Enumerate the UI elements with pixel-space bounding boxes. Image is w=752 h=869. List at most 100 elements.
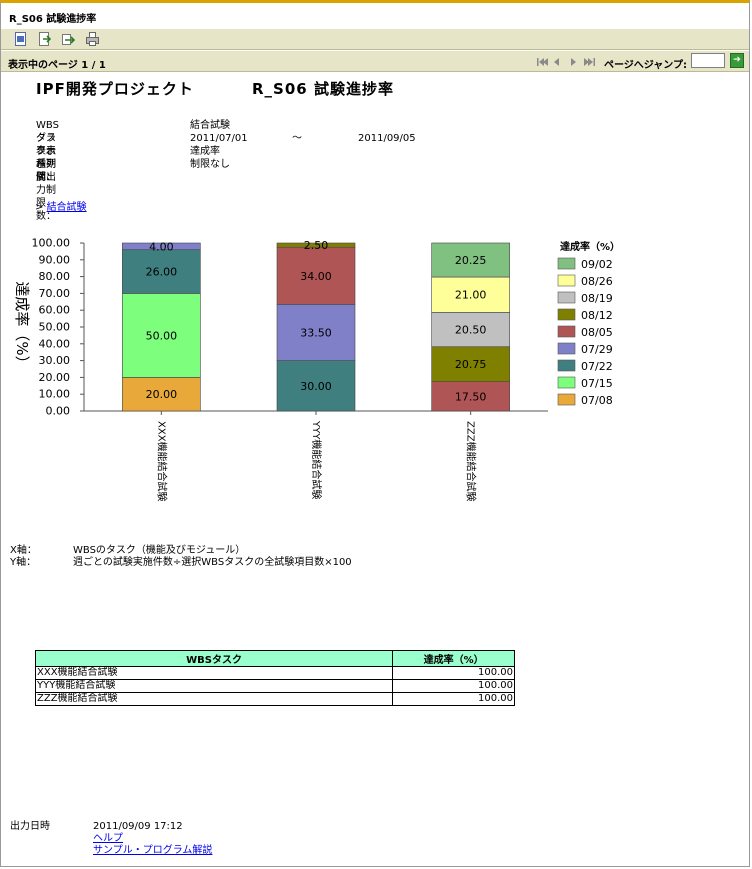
legend-label: 07/22	[581, 360, 613, 373]
breadcrumb-prefix: >	[35, 202, 47, 213]
table-row: ZZZ機能結合試験 100.00	[34, 692, 515, 706]
table-cell: XXX機能結合試験	[34, 666, 394, 680]
param-value: 結合試験	[190, 120, 230, 131]
legend-swatch	[557, 308, 576, 321]
print-icon[interactable]	[86, 32, 99, 46]
y-tick-label: 0.00	[46, 405, 71, 418]
page-jump-input[interactable]	[691, 53, 725, 68]
prev-page-icon[interactable]	[554, 58, 559, 66]
param-key: 系列値出力制限数：	[36, 159, 56, 222]
next-page-icon[interactable]	[571, 58, 576, 66]
data-label: 20.00	[146, 388, 178, 401]
y-axis-label: 達成率（%）	[13, 281, 31, 370]
legend-swatch	[557, 359, 576, 372]
data-label: 20.50	[455, 324, 487, 337]
export-pdf-icon[interactable]	[14, 32, 27, 46]
page-nav-controls	[537, 58, 595, 66]
jump-label: ページへジャンプ:	[604, 60, 687, 71]
y-tick-label: 70.00	[39, 287, 71, 300]
table-row: YYY機能結合試験 100.00	[34, 679, 515, 693]
x-tick-label: ZZZ機能結合試験	[465, 421, 478, 502]
data-label: 2.50	[304, 239, 329, 252]
breadcrumb-link[interactable]: 結合試験	[47, 202, 87, 213]
help-link[interactable]: ヘルプ	[93, 833, 123, 845]
y-tick-label: 90.00	[39, 253, 71, 266]
table-cell: YYY機能結合試験	[34, 679, 394, 693]
axis-desc-key: Y軸：	[10, 557, 37, 568]
axis-desc-row: Y軸： 週ごとの試験実施件数÷選択WBSタスクの全試験項目数×100	[10, 557, 352, 569]
results-table: WBSタスク 達成率（%） XXX機能結合試験 100.00 YYY機能結合試験…	[34, 650, 515, 706]
x-tick-label: YYY機能結合試験	[310, 420, 323, 499]
data-label: 17.50	[455, 390, 487, 403]
legend-swatch	[557, 342, 576, 355]
y-tick-label: 40.00	[39, 337, 71, 350]
param-value: 制限なし	[190, 159, 230, 170]
legend-swatch	[557, 325, 576, 338]
breadcrumb: > 結合試験	[35, 198, 87, 213]
legend-title: 達成率（%）	[560, 240, 620, 253]
y-tick-label: 100.00	[32, 237, 71, 250]
legend-label: 07/08	[581, 394, 613, 407]
table-cell: 100.00	[392, 666, 515, 680]
sample-link[interactable]: サンプル・プログラム解説	[93, 845, 212, 857]
export-arrow-icon[interactable]	[62, 32, 75, 46]
legend-label: 08/12	[581, 309, 613, 322]
y-tick-label: 10.00	[39, 388, 71, 401]
table-cell: 100.00	[392, 679, 515, 693]
last-page-icon[interactable]	[584, 58, 595, 66]
page-indicator: 表示中のページ 1 / 1	[8, 60, 106, 71]
axis-desc-key: X軸：	[10, 545, 37, 556]
footer-row: サンプル・プログラム解説	[10, 845, 212, 857]
legend-label: 08/26	[581, 275, 613, 288]
table-cell: 100.00	[392, 692, 515, 706]
output-datetime: 2011/09/09 17:12	[93, 821, 183, 832]
footer: 出力日時 2011/09/09 17:12 ヘルプ サンプル・プログラム解説	[10, 821, 212, 857]
legend-swatch	[557, 393, 576, 406]
data-label: 34.00	[300, 270, 332, 283]
axis-desc-row: X軸： WBSのタスク（機能及びモジュール）	[10, 545, 245, 557]
param-value: 2011/07/01	[190, 133, 248, 144]
table-cell: ZZZ機能結合試験	[34, 692, 394, 706]
table-header-row: WBSタスク 達成率（%）	[34, 650, 515, 667]
legend-swatch	[557, 274, 576, 287]
footer-row: ヘルプ	[10, 833, 123, 845]
page-navbar: 表示中のページ 1 / 1 ページへジャンプ: ➔	[1, 51, 749, 72]
first-page-icon[interactable]	[537, 58, 548, 66]
legend-label: 08/05	[581, 326, 613, 339]
column-header: 達成率（%）	[392, 650, 515, 667]
data-label: 21.00	[455, 289, 487, 302]
param-value-end: 2011/09/05	[358, 133, 416, 144]
go-button[interactable]: ➔	[730, 53, 744, 68]
axis-desc-value: WBSのタスク（機能及びモジュール）	[73, 545, 246, 556]
x-tick-label: XXX機能結合試験	[155, 421, 168, 502]
data-label: 26.00	[146, 266, 178, 279]
y-tick-label: 80.00	[39, 270, 71, 283]
y-tick-label: 20.00	[39, 371, 71, 384]
table-row: XXX機能結合試験 100.00	[34, 666, 515, 680]
param-tilde: ～	[292, 133, 302, 144]
go-arrow-icon: ➔	[733, 55, 741, 65]
report-title: R_S06 試験進捗率	[252, 80, 394, 98]
y-tick-label: 50.00	[39, 321, 71, 334]
data-label: 4.00	[149, 240, 174, 253]
y-tick-label: 60.00	[39, 304, 71, 317]
data-label: 33.50	[300, 326, 332, 339]
column-header: WBSタスク	[34, 650, 394, 667]
axis-description: X軸： WBSのタスク（機能及びモジュール） Y軸： 週ごとの試験実施件数÷選択WB…	[10, 545, 352, 569]
project-title: IPF開発プロジェクト	[36, 80, 194, 98]
axis-desc-value: 週ごとの試験実施件数÷選択WBSタスクの全試験項目数×100	[73, 557, 352, 568]
data-label: 20.75	[455, 358, 487, 371]
window-title: R_S06 試験進捗率	[1, 3, 749, 29]
footer-row: 出力日時 2011/09/09 17:12	[10, 821, 183, 833]
data-label: 30.00	[300, 380, 332, 393]
export-file-icon[interactable]	[38, 32, 51, 46]
legend-label: 07/15	[581, 377, 613, 390]
legend-label: 09/02	[581, 258, 613, 271]
legend-swatch	[557, 291, 576, 304]
legend-label: 07/29	[581, 343, 613, 356]
toolbar	[1, 29, 749, 50]
data-label: 50.00	[146, 329, 178, 342]
legend-label: 08/19	[581, 292, 613, 305]
progress-chart: 0.00 10.00 20.00 30.00 40.00 50.00 60.00 70.00 8…	[13, 237, 620, 502]
legend-swatch	[557, 257, 576, 270]
